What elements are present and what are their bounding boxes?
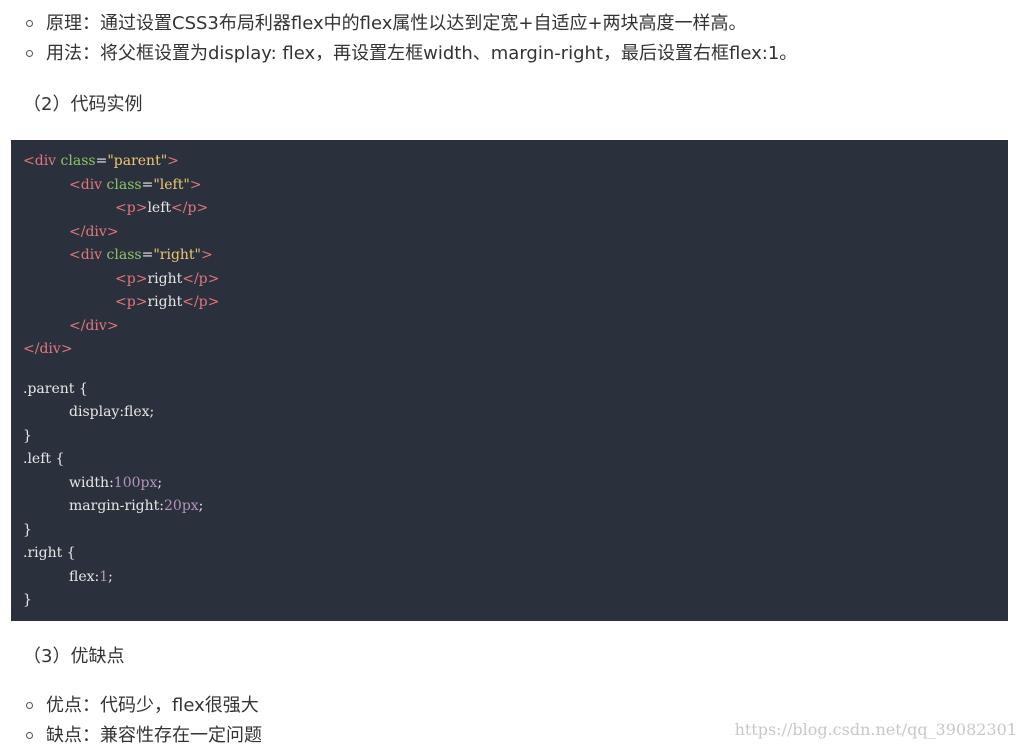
code-line: flex:1;	[69, 568, 113, 585]
code-line: <p>left</p>	[115, 200, 209, 216]
code-line: }	[23, 592, 32, 608]
bullet-circle-icon	[26, 702, 33, 709]
principle-usage-list: 原理：通过设置CSS3布局利器flex中的flex属性以达到定宽+自适应+两块高…	[26, 9, 797, 69]
bullet-circle-icon	[26, 732, 33, 739]
code-line: </div>	[69, 317, 119, 334]
code-line: </div>	[69, 223, 119, 240]
watermark-url: https://blog.csdn.net/qq_39082301	[734, 720, 1017, 739]
code-line: }	[23, 521, 32, 538]
code-line: .right {	[23, 545, 76, 561]
list-item-pros: 优点：代码少，flex很强大	[26, 691, 262, 721]
code-line: <p>right</p>	[115, 270, 220, 287]
code-line: .parent {	[23, 380, 88, 397]
list-item-usage: 用法：将父框设置为display: flex，再设置左框width、margin…	[26, 39, 797, 69]
list-item-text: 缺点：兼容性存在一定问题	[46, 725, 262, 746]
code-line: .left {	[23, 451, 65, 467]
heading-code-example: （2）代码实例	[23, 94, 143, 115]
code-line: }	[23, 427, 32, 444]
code-line: margin-right:20px;	[69, 498, 204, 514]
code-line: <div class="right">	[69, 247, 213, 263]
code-line: <div class="left">	[69, 176, 202, 193]
list-item-text: 用法：将父框设置为display: flex，再设置左框width、margin…	[46, 43, 798, 64]
code-line: </div>	[23, 341, 73, 357]
list-item-text: 优点：代码少，flex很强大	[46, 695, 259, 716]
pros-cons-list: 优点：代码少，flex很强大 缺点：兼容性存在一定问题	[26, 691, 262, 751]
code-line: display:flex;	[69, 404, 155, 420]
heading-pros-cons: （3）优缺点	[23, 646, 125, 667]
code-line: <div class="parent">	[23, 153, 179, 169]
list-item-cons: 缺点：兼容性存在一定问题	[26, 721, 262, 751]
bullet-circle-icon	[26, 50, 33, 57]
list-item-text: 原理：通过设置CSS3布局利器flex中的flex属性以达到定宽+自适应+两块高…	[46, 13, 747, 34]
bullet-circle-icon	[26, 20, 33, 27]
list-item-principle: 原理：通过设置CSS3布局利器flex中的flex属性以达到定宽+自适应+两块高…	[26, 9, 797, 39]
code-line: <p>right</p>	[115, 294, 220, 310]
code-block: <div class="parent"> <div class="left"> …	[11, 140, 1008, 621]
code-line: width:100px;	[69, 474, 163, 491]
